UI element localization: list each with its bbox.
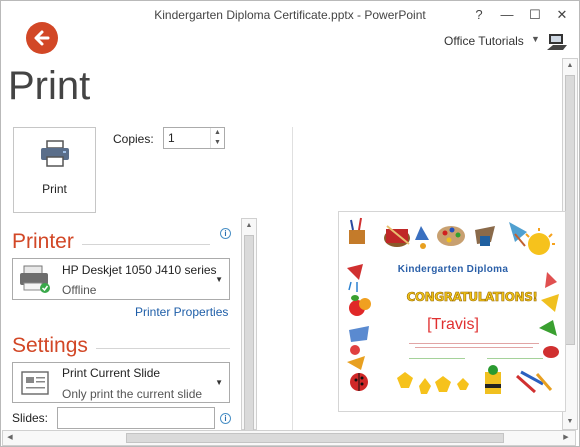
copies-value[interactable]: 1	[168, 131, 175, 145]
chevron-down-icon[interactable]: ▼	[215, 378, 223, 387]
scroll-up-icon[interactable]: ▲	[242, 219, 256, 233]
copies-spin-buttons[interactable]: ▲ ▼	[210, 128, 224, 148]
certificate-recipient-name: [Travis]	[427, 316, 479, 333]
certificate-fine-print-line	[415, 347, 533, 348]
printer-dropdown[interactable]: HP Deskjet 1050 J410 series Offline ▼	[12, 258, 230, 300]
spin-down-icon[interactable]: ▼	[211, 138, 224, 148]
print-range-description: Only print the current slide	[62, 387, 203, 401]
print-range-dropdown[interactable]: Print Current Slide Only print the curre…	[12, 362, 230, 403]
chevron-down-icon[interactable]: ▼	[215, 275, 223, 284]
printer-properties-link[interactable]: Printer Properties	[135, 305, 228, 319]
window-title: Kindergarten Diploma Certificate.pptx - …	[154, 8, 426, 22]
printer-status-icon	[20, 265, 50, 293]
slide-preview: Kindergarten Diploma CONGRATULATIONS! [T…	[338, 211, 566, 412]
slides-label: Slides:	[12, 411, 49, 425]
account-name[interactable]: Office Tutorials	[444, 34, 524, 48]
minimize-button[interactable]: —	[496, 5, 518, 25]
copies-label: Copies:	[113, 132, 154, 146]
print-range-option: Print Current Slide	[62, 366, 161, 380]
preview-scroll-thumb[interactable]	[565, 75, 575, 345]
printer-heading-rule	[82, 244, 210, 245]
help-button[interactable]: ?	[468, 5, 490, 25]
settings-scroll-thumb[interactable]	[244, 235, 254, 431]
horizontal-scrollbar[interactable]: ◀ ▶	[2, 430, 576, 446]
printer-name: HP Deskjet 1050 J410 series	[62, 263, 217, 277]
copies-spinner[interactable]: 1 ▲ ▼	[163, 127, 225, 149]
account-dropdown-icon[interactable]: ▼	[531, 34, 540, 44]
title-bar: Kindergarten Diploma Certificate.pptx - …	[0, 0, 580, 30]
spin-up-icon[interactable]: ▲	[211, 128, 224, 138]
horizontal-scroll-thumb[interactable]	[126, 433, 504, 443]
printer-heading: Printer	[12, 230, 74, 253]
scroll-left-icon[interactable]: ◀	[3, 431, 17, 445]
printer-status: Offline	[62, 283, 97, 297]
restore-button[interactable]: ☐	[524, 5, 546, 25]
account-computer-icon[interactable]	[545, 30, 569, 54]
scroll-right-icon[interactable]: ▶	[559, 431, 573, 445]
date-line	[487, 358, 543, 359]
printer-icon	[41, 140, 69, 167]
certificate-fine-print-line	[409, 343, 539, 344]
settings-heading-rule	[96, 348, 230, 349]
close-button[interactable]: ✕	[551, 5, 573, 25]
certificate-title: Kindergarten Diploma	[397, 264, 509, 275]
scroll-down-icon[interactable]: ▼	[563, 415, 577, 429]
signature-line	[409, 358, 465, 359]
settings-heading: Settings	[12, 334, 88, 357]
slide-icon	[21, 371, 49, 395]
slides-input[interactable]	[57, 407, 215, 429]
scroll-up-icon[interactable]: ▲	[563, 59, 577, 73]
panel-divider	[292, 127, 293, 437]
back-arrow-icon	[34, 30, 50, 46]
certificate-clipart	[347, 217, 559, 394]
certificate-congratulations: CONGRATULATIONS!	[406, 290, 538, 305]
print-button-label: Print	[42, 182, 67, 196]
print-button[interactable]: Print	[13, 127, 96, 213]
page-title: Print	[8, 64, 91, 108]
slides-info-icon[interactable]: i	[220, 413, 231, 424]
settings-scrollbar[interactable]: ▲	[241, 218, 257, 431]
back-button[interactable]	[26, 22, 58, 54]
printer-info-icon[interactable]: i	[220, 228, 231, 239]
